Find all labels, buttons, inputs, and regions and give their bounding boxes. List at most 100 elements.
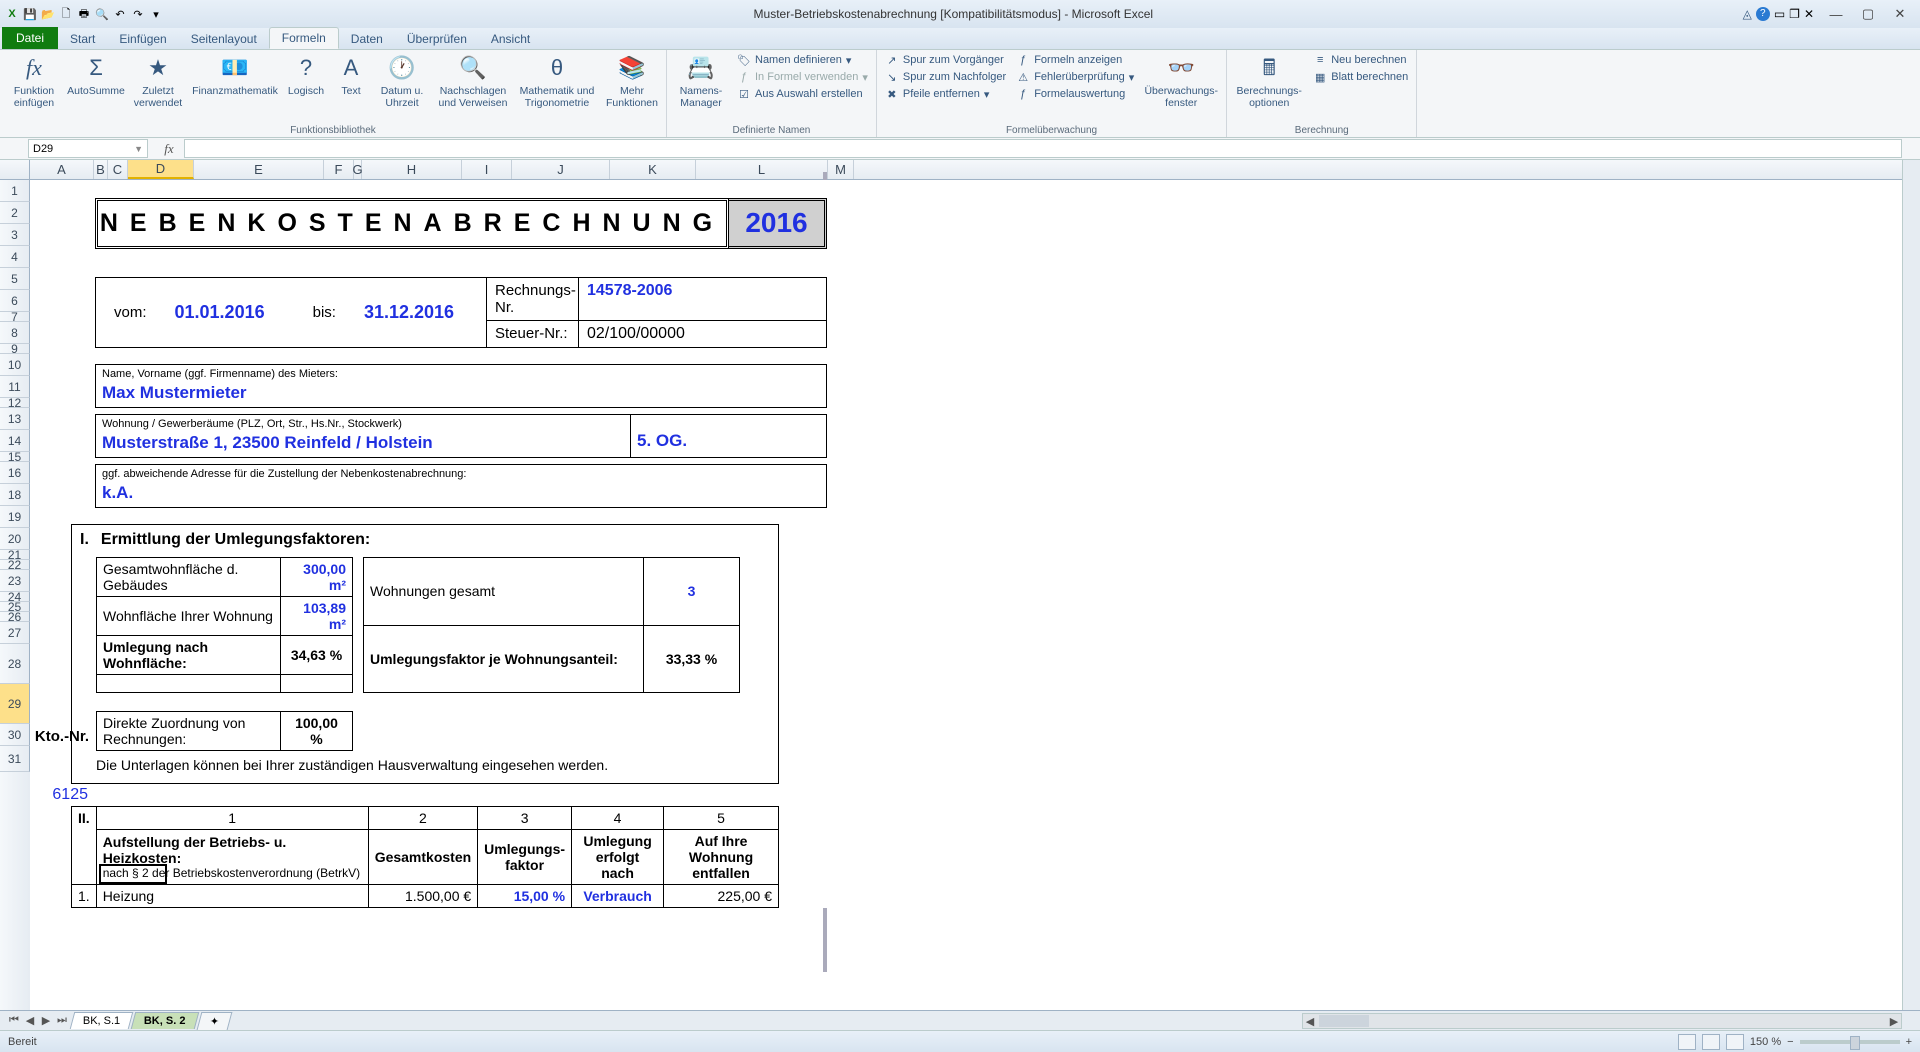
row-header-19[interactable]: 19: [0, 506, 30, 528]
tab-datei[interactable]: Datei: [2, 27, 58, 49]
restore-child-icon[interactable]: ❐: [1789, 7, 1800, 21]
col-header-G[interactable]: G: [354, 160, 362, 179]
row-header-9[interactable]: 9: [0, 344, 30, 354]
open-icon[interactable]: 📂: [40, 6, 56, 22]
preview-icon[interactable]: 🔍: [94, 6, 110, 22]
col-header-J[interactable]: J: [512, 160, 610, 179]
btn-pfeile-entfernen[interactable]: ✖Pfeile entfernen ▾: [883, 86, 1008, 102]
redo-icon[interactable]: ↷: [130, 6, 146, 22]
btn-blatt-berechnen[interactable]: ▦Blatt berechnen: [1311, 69, 1410, 85]
view-normal-icon[interactable]: [1678, 1034, 1696, 1050]
row-header-13[interactable]: 13: [0, 408, 30, 430]
row-header-31[interactable]: 31: [0, 746, 30, 772]
btn-namen-definieren[interactable]: 🏷Namen definieren ▾: [735, 52, 870, 68]
help-icon[interactable]: ?: [1756, 7, 1770, 21]
btn-logisch[interactable]: ?Logisch: [284, 52, 328, 98]
horizontal-scrollbar[interactable]: ◀ ▶: [1302, 1013, 1902, 1029]
row-header-15[interactable]: 15: [0, 452, 30, 462]
col-header-D[interactable]: D: [128, 160, 194, 179]
view-page-break-icon[interactable]: [1726, 1034, 1744, 1050]
btn-formelauswertung[interactable]: ƒFormelauswertung: [1014, 86, 1136, 102]
btn-neu-berechnen[interactable]: ≡Neu berechnen: [1311, 52, 1410, 68]
btn-ueberwachungsfenster[interactable]: 👓Überwachungs- fenster: [1142, 52, 1220, 109]
btn-nachschlagen[interactable]: 🔍Nachschlagen und Verweisen: [436, 52, 510, 109]
view-page-layout-icon[interactable]: [1702, 1034, 1720, 1050]
zoom-slider[interactable]: [1800, 1040, 1900, 1044]
minimize-icon[interactable]: —: [1824, 5, 1848, 23]
close-icon[interactable]: ✕: [1888, 5, 1912, 23]
maximize-icon[interactable]: ▢: [1856, 5, 1880, 23]
col-header-F[interactable]: F: [324, 160, 354, 179]
row-header-28[interactable]: 28: [0, 644, 30, 684]
row-header-18[interactable]: 18: [0, 484, 30, 506]
col-header-K[interactable]: K: [610, 160, 696, 179]
row-header-30[interactable]: 30: [0, 724, 30, 746]
row-header-1[interactable]: 1: [0, 180, 30, 202]
col-header-I[interactable]: I: [462, 160, 512, 179]
btn-mehr-funktionen[interactable]: 📚Mehr Funktionen: [604, 52, 660, 109]
chevron-down-icon[interactable]: ▼: [134, 144, 143, 154]
quickprint-icon[interactable]: 🖶: [76, 6, 92, 22]
close-child-icon[interactable]: ✕: [1804, 7, 1814, 21]
tab-ueberpruefen[interactable]: Überprüfen: [395, 29, 479, 49]
col-header-M[interactable]: M: [828, 160, 854, 179]
zoom-out-icon[interactable]: −: [1787, 1036, 1793, 1048]
btn-funktion-einfuegen[interactable]: fxFunktion einfügen: [6, 52, 62, 109]
btn-text[interactable]: AText: [334, 52, 368, 98]
btn-finanzmathematik[interactable]: 💶Finanzmathematik: [192, 52, 278, 98]
btn-formeln-anzeigen[interactable]: ƒFormeln anzeigen: [1014, 52, 1136, 68]
new-icon[interactable]: 🗋: [58, 6, 74, 22]
row-header-4[interactable]: 4: [0, 246, 30, 268]
tab-start[interactable]: Start: [58, 29, 107, 49]
sheet-tab-2[interactable]: BK, S. 2: [131, 1012, 199, 1029]
first-sheet-icon[interactable]: ⏮: [6, 1014, 22, 1027]
row-header-22[interactable]: 22: [0, 560, 30, 570]
select-all-corner[interactable]: [0, 160, 30, 179]
zoom-in-icon[interactable]: +: [1906, 1036, 1912, 1048]
col-header-A[interactable]: A: [30, 160, 94, 179]
row-header-10[interactable]: 10: [0, 354, 30, 376]
col-header-H[interactable]: H: [362, 160, 462, 179]
last-sheet-icon[interactable]: ⏭: [54, 1014, 70, 1027]
qat-more-icon[interactable]: ▾: [148, 6, 164, 22]
col-header-E[interactable]: E: [194, 160, 324, 179]
vertical-scrollbar[interactable]: [1902, 160, 1920, 1010]
btn-spur-vorgaenger[interactable]: ↗Spur zum Vorgänger: [883, 52, 1008, 68]
btn-datum-uhrzeit[interactable]: 🕐Datum u. Uhrzeit: [374, 52, 430, 109]
row-header-12[interactable]: 12: [0, 398, 30, 408]
formula-bar[interactable]: [184, 139, 1902, 158]
col-header-L[interactable]: L: [696, 160, 828, 179]
tab-ansicht[interactable]: Ansicht: [479, 29, 542, 49]
row-header-26[interactable]: 26: [0, 612, 30, 622]
row-header-16[interactable]: 16: [0, 462, 30, 484]
next-sheet-icon[interactable]: ▶: [38, 1014, 54, 1027]
row-header-7[interactable]: 7: [0, 312, 30, 322]
sheet-tab-1[interactable]: BK, S.1: [70, 1012, 134, 1029]
row-header-2[interactable]: 2: [0, 202, 30, 224]
name-box[interactable]: D29▼: [28, 139, 148, 158]
btn-mathematik[interactable]: θMathematik und Trigonometrie: [516, 52, 598, 109]
btn-zuletzt-verwendet[interactable]: ★Zuletzt verwendet: [130, 52, 186, 109]
prev-sheet-icon[interactable]: ◀: [22, 1014, 38, 1027]
new-sheet-icon[interactable]: ✦: [196, 1012, 232, 1030]
btn-namens-manager[interactable]: 📇Namens- Manager: [673, 52, 729, 109]
tab-daten[interactable]: Daten: [339, 29, 395, 49]
fx-icon[interactable]: fx: [154, 141, 184, 157]
btn-fehlerueberpruefung[interactable]: ⚠Fehlerüberprüfung ▾: [1014, 69, 1136, 85]
btn-in-formel-verwenden[interactable]: ƒIn Formel verwenden ▾: [735, 69, 870, 85]
row-header-27[interactable]: 27: [0, 622, 30, 644]
btn-aus-auswahl-erstellen[interactable]: ☑Aus Auswahl erstellen: [735, 86, 870, 102]
window-options-icon[interactable]: ▭: [1774, 7, 1785, 21]
btn-berechnungsoptionen[interactable]: 🖩Berechnungs- optionen: [1233, 52, 1305, 109]
col-header-C[interactable]: C: [108, 160, 128, 179]
col-header-B[interactable]: B: [94, 160, 108, 179]
row-header-29[interactable]: 29: [0, 684, 30, 724]
minimize-ribbon-icon[interactable]: ◬: [1743, 7, 1752, 21]
row-header-3[interactable]: 3: [0, 224, 30, 246]
row-header-5[interactable]: 5: [0, 268, 30, 290]
btn-autosumme[interactable]: ΣAutoSumme: [68, 52, 124, 98]
btn-spur-nachfolger[interactable]: ↘Spur zum Nachfolger: [883, 69, 1008, 85]
tab-formeln[interactable]: Formeln: [269, 27, 339, 49]
tab-einfuegen[interactable]: Einfügen: [107, 29, 178, 49]
undo-icon[interactable]: ↶: [112, 6, 128, 22]
